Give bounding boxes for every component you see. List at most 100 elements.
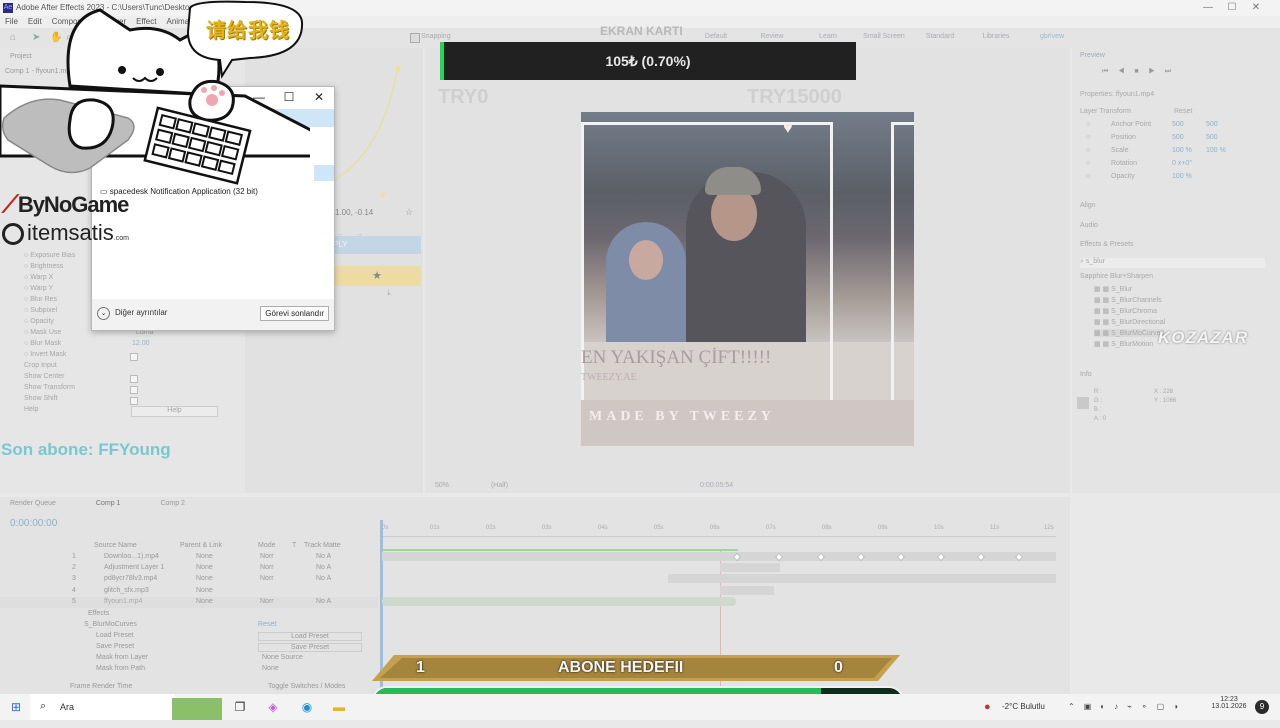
maximize-button[interactable]: ☐: [1220, 0, 1244, 16]
audio-label[interactable]: Audio: [1080, 222, 1098, 229]
layer-transform-label: Layer Transform: [1080, 108, 1131, 115]
favorite-star-icon[interactable]: ☆: [405, 207, 413, 218]
preview-label: Preview: [1080, 52, 1105, 59]
donation-goal-title: EKRAN KARTI: [600, 24, 683, 38]
keyframe[interactable]: [774, 552, 784, 562]
caption-credit: MADE BY TWEEZY: [589, 409, 775, 424]
table-row[interactable]: 2 Adjustment Layer 1 None Norr No A: [0, 563, 378, 574]
load-preset-button[interactable]: Load Preset: [258, 632, 362, 641]
keyframe[interactable]: [976, 552, 986, 562]
table-row[interactable]: 1 Downloo...1).mp4 None Norr No A: [0, 552, 378, 563]
playback-controls[interactable]: ⏮ ◀ ■ ▶ ⏭: [1102, 68, 1175, 76]
favorite-button[interactable]: ★: [333, 266, 421, 286]
more-details-button[interactable]: ⌄ Diğer ayrıntılar: [97, 307, 167, 320]
effect-row: ○ Blur Mask 12.00: [24, 340, 150, 347]
work-area-bar[interactable]: [382, 549, 738, 551]
show-shift-checkbox[interactable]: [130, 397, 138, 405]
reset-link[interactable]: Reset: [1174, 108, 1192, 115]
kozazar-watermark: KOZAZAR: [1158, 328, 1249, 347]
properties-label: Properties: ffyoun1.mp4: [1080, 91, 1155, 98]
color-swatch: [1077, 397, 1089, 409]
keyframe[interactable]: [936, 552, 946, 562]
workspace-small-screen[interactable]: Small Screen: [856, 33, 912, 43]
tab-comp-1[interactable]: Comp 1: [86, 500, 131, 512]
windows-start-icon[interactable]: ⊞: [9, 700, 23, 714]
table-row[interactable]: 3 pd8ycr78lv3.mp4 None Norr No A: [0, 574, 378, 585]
edge-icon[interactable]: ◉: [300, 700, 314, 714]
selected-cell: [314, 165, 334, 181]
effects-presets-label[interactable]: Effects & Presets: [1080, 241, 1134, 248]
apply-button[interactable]: PLY: [333, 236, 421, 254]
donation-max: TRY15000: [747, 86, 842, 108]
invert-mask-checkbox[interactable]: [130, 353, 138, 361]
effects-search-input[interactable]: ⌕ s_blur: [1080, 258, 1265, 268]
copilot-icon[interactable]: ◈: [266, 700, 280, 714]
table-row[interactable]: 4 glitch_sfx.mp3 None: [0, 586, 378, 597]
effect-prop-row: Mask from Path None: [96, 665, 279, 672]
keyframe[interactable]: [856, 552, 866, 562]
help-button[interactable]: Help: [131, 406, 218, 417]
snapping-label: Snapping: [421, 33, 451, 40]
tray-icons[interactable]: ⌃▣◐♪⌁⚬▢◑: [1068, 702, 1187, 728]
preset-item[interactable]: ▦ ▦ S_BlurChroma: [1094, 307, 1157, 315]
minimize-button[interactable]: —: [1196, 0, 1220, 16]
keyframe[interactable]: [896, 552, 906, 562]
clock[interactable]: 12:23 13.01.2026: [1210, 696, 1248, 722]
save-preset-button[interactable]: Save Preset: [258, 643, 362, 652]
time-ruler[interactable]: 0s 01s 02s 03s 04s 05s 06s 07s 08s 09s 1…: [380, 522, 1056, 537]
search-icon: ⌕: [40, 700, 47, 712]
workspace-custom[interactable]: gbrivew: [1024, 33, 1080, 43]
preset-item[interactable]: ▦ ▦ S_BlurMotion: [1094, 340, 1153, 348]
close-button[interactable]: ✕: [1244, 0, 1268, 16]
workspace-standard[interactable]: Standard: [912, 33, 968, 43]
preset-item[interactable]: ▦ ▦ S_BlurDirectional: [1094, 318, 1165, 326]
workspace-libraries[interactable]: Libraries: [968, 33, 1024, 43]
notification-badge[interactable]: 9: [1255, 700, 1269, 714]
current-time[interactable]: 0:00:05:54: [700, 482, 733, 489]
keyframe[interactable]: [732, 552, 742, 562]
chevron-down-icon: ⌄: [97, 307, 110, 320]
info-xy: X : 228 Y : 1066: [1154, 389, 1177, 404]
effect-row: Help Help: [0, 406, 218, 417]
layer-track[interactable]: [720, 586, 774, 595]
keyframe[interactable]: [1014, 552, 1024, 562]
preset-item[interactable]: ▦ ▦ S_Blur: [1094, 285, 1132, 293]
windows-taskbar: ⊞ ⌕ Ara ❐ ◈ ◉ ▬ ● -2°C Bulutlu ⌃▣◐♪⌁⚬▢◑ …: [0, 694, 1280, 720]
timeline-header-row: Source Name Parent & Link Mode T Track M…: [94, 542, 341, 549]
effect-row: ○ Brightness: [24, 263, 64, 270]
preset-item-selected[interactable]: ▦ ▦ S_BlurMoCurves: [1094, 329, 1165, 337]
layer-track[interactable]: [668, 574, 1056, 583]
keyframe[interactable]: [816, 552, 826, 562]
presets-group[interactable]: Sapphire Blur+Sharpen: [1080, 273, 1153, 280]
tab-render-queue[interactable]: Render Queue: [0, 500, 66, 512]
resolution-select[interactable]: (Half): [491, 482, 508, 489]
prop-row: ○ Anchor Point 500 500: [1086, 121, 1218, 128]
preset-item[interactable]: ▦ ▦ S_BlurChannels: [1094, 296, 1162, 304]
align-label[interactable]: Align: [1080, 202, 1096, 209]
download-icon[interactable]: ⤓: [387, 288, 391, 298]
prop-row: ○ Rotation 0 x+0°: [1086, 160, 1193, 167]
show-transform-checkbox[interactable]: [130, 386, 138, 394]
show-center-checkbox[interactable]: [130, 375, 138, 383]
taskbar-search[interactable]: ⌕ Ara: [30, 694, 222, 720]
timeline-timecode[interactable]: 0:00:00:00: [10, 518, 57, 529]
task-view-icon[interactable]: ❐: [233, 700, 247, 714]
prop-row: ○ Position 500 500: [1086, 134, 1218, 141]
table-row-selected[interactable]: 5 ffyoun1.mp4 None Norr No A: [0, 597, 378, 608]
file-explorer-icon[interactable]: ▬: [332, 700, 346, 714]
itemsatis-logo: itemsatis.com: [2, 220, 129, 246]
snapping-checkbox[interactable]: [410, 33, 420, 43]
info-label: Info: [1080, 371, 1092, 378]
end-task-button[interactable]: Görevi sonlandır: [260, 306, 329, 321]
effect-row: Show Transform: [0, 384, 138, 395]
tab-comp-2[interactable]: Comp 2: [150, 500, 195, 512]
layer-track[interactable]: [382, 552, 1056, 562]
weather-text[interactable]: -2°C Bulutlu: [1002, 702, 1045, 728]
layer-track[interactable]: [382, 597, 736, 606]
weather-icon[interactable]: ●: [984, 701, 991, 727]
goal-target: 0: [834, 659, 843, 676]
zoom-level[interactable]: 50%: [435, 482, 449, 489]
effect-row: ○ Subpixel: [24, 307, 58, 314]
effect-row: ○ Invert Mask: [0, 351, 138, 362]
layer-track[interactable]: [720, 563, 780, 572]
